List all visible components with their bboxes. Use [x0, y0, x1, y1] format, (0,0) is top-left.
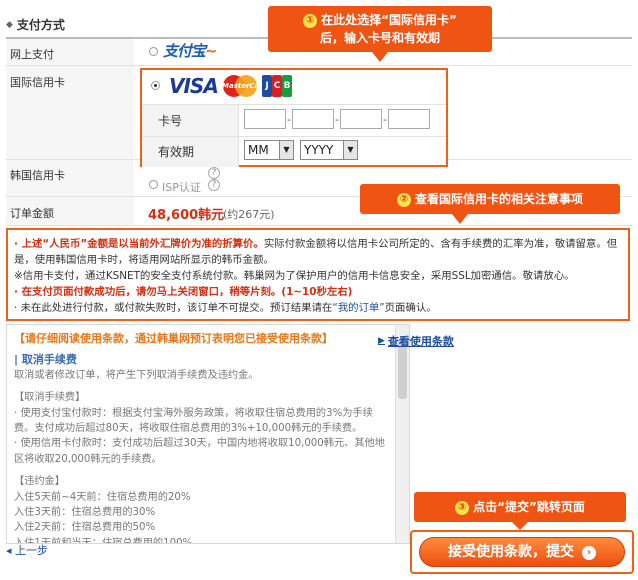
order-amount-value: 48,600韩元 — [148, 208, 225, 223]
label-order-amount: 订单金额 — [10, 207, 54, 220]
submit-button-label: 接受使用条款，提交 — [448, 544, 574, 560]
section-title-text: 支付方式 — [16, 18, 65, 32]
expiry-year-value: YYYY — [304, 143, 334, 157]
scrollbar[interactable] — [395, 325, 409, 543]
arrow-right-icon: ▶ — [378, 336, 385, 346]
terms-scrollbox[interactable]: 【请仔细阅读使用条款，通过韩巢网预订表明您已接受使用条款】 | 取消手续费 取消… — [6, 324, 410, 544]
expiry-year-select[interactable]: YYYY ▼ — [300, 140, 358, 160]
step-number-badge: ① — [303, 14, 318, 28]
dash: - — [335, 113, 339, 126]
dash: - — [287, 113, 291, 126]
step-number-badge: ③ — [455, 501, 470, 515]
penalty-item: 入住1天前和当天：住宿总费用的100% — [14, 537, 193, 544]
visa-logo: VISA — [169, 74, 219, 98]
callout-step-1: ① 在此处选择“国际信用卡” 后，输入卡号和有效期 — [268, 6, 492, 52]
card-number-label: 卡号 — [158, 114, 183, 128]
callout-pointer — [372, 52, 388, 62]
prev-step-text: 上一步 — [15, 544, 49, 557]
order-amount-approx: (约267元) — [223, 208, 275, 221]
card-form-divider — [142, 136, 446, 137]
notice-line-4-end: 页面确认。 — [384, 302, 437, 314]
alipay-logo-text: 支付宝 — [163, 42, 206, 60]
card-form-vdivider — [238, 104, 239, 167]
dropdown-arrow-icon: ▼ — [343, 141, 357, 159]
isp-auth-label: ISP认证 — [162, 181, 201, 194]
notice-line-3: · 在支付页面付款成功后，请勿马上关闭窗口，稍等片刻。(1~10秒左右) — [14, 286, 353, 298]
card-number-field-2[interactable] — [292, 109, 334, 129]
alipay-logo: 支付宝~ — [163, 42, 218, 60]
jcb-logo: JCB — [262, 75, 292, 97]
help-icon[interactable]: ? — [208, 167, 220, 179]
fee-title: 【取消手续费】 — [14, 392, 86, 404]
help-icon[interactable]: ? — [208, 179, 220, 191]
expiry-month-value: MM — [248, 143, 269, 157]
fee-item-alipay: · 使用支付宝付款时：根据支付宝海外服务政策，将收取住宿总费用的3%为手续费。支… — [14, 407, 373, 435]
card-number-field-4[interactable] — [388, 109, 430, 129]
mastercard-logo: MasterCard — [221, 74, 268, 98]
radio-alipay[interactable] — [149, 47, 158, 56]
callout-pointer — [452, 214, 468, 224]
view-terms-text: 查看使用条款 — [387, 335, 454, 348]
radio-isp[interactable] — [149, 180, 158, 189]
cancel-fee-heading: | 取消手续费 — [14, 353, 77, 367]
expiry-label: 有效期 — [158, 145, 195, 159]
notice-panel: · 上述“人民币”金额是以当前外汇牌价为准的折算价。实际付款金额将以信用卡公司所… — [6, 228, 630, 321]
bullet-icon: ◆ — [6, 19, 13, 30]
card-form-divider — [142, 104, 446, 105]
prev-step-link[interactable]: ◂ 上一步 — [6, 542, 48, 558]
arrow-left-icon: ◂ — [6, 544, 16, 557]
callout-2-text: 查看国际信用卡的相关注意事项 — [414, 192, 583, 206]
dropdown-arrow-icon: ▼ — [279, 141, 293, 159]
label-online-payment: 网上支付 — [10, 48, 54, 61]
penalty-item: 入住2天前：住宿总费用的50% — [14, 522, 156, 534]
chevron-right-icon: › — [582, 546, 596, 560]
row-divider — [6, 225, 632, 226]
callout-step-2: ② 查看国际信用卡的相关注意事项 — [360, 184, 620, 214]
fee-item-card: · 使用信用卡付款时：支付成功后超过30天，中国内地将收取10,000韩元、其他… — [14, 438, 385, 465]
callout-step-3: ③ 点击“提交”跳转页面 — [414, 492, 626, 522]
callout-1-line-2: 后，输入卡号和有效期 — [319, 31, 440, 45]
cancel-fee-desc: 取消或者修改订单，将产生下列取消手续费及违约金。 — [14, 369, 259, 381]
card-number-field-1[interactable] — [244, 109, 286, 129]
step-number-badge: ② — [396, 193, 411, 207]
view-terms-link[interactable]: ▶ 查看使用条款 — [378, 333, 454, 349]
callout-3-text: 点击“提交”跳转页面 — [473, 500, 585, 514]
dash: - — [383, 113, 387, 126]
card-number-field-3[interactable] — [340, 109, 382, 129]
radio-intl-card[interactable] — [151, 81, 160, 90]
row-divider — [6, 65, 632, 66]
penalty-item: 入住5天前~4天前：住宿总费用的20% — [14, 491, 191, 503]
notice-line-1-highlight: · 上述“人民币”金额是以当前外汇牌价为准的折算价。 — [14, 238, 264, 250]
terms-warning: 【请仔细阅读使用条款，通过韩巢网预订表明您已接受使用条款】 — [14, 332, 333, 345]
notice-line-2: ※信用卡支付，通过KSNET的安全支付系统付款。韩巢网为了保护用户的信用卡信息安… — [14, 270, 575, 282]
intl-card-panel: VISA MasterCard JCB 卡号 有效期 - - - MM ▼ YY… — [140, 68, 448, 167]
label-korea-card: 韩国信用卡 — [10, 169, 65, 182]
penalty-item: 入住3天前：住宿总费用的30% — [14, 507, 156, 519]
callout-1-line-1: 在此处选择“国际信用卡” — [321, 13, 457, 27]
notice-line-4: · 未在此处进行付款，或付款失败时，该订单不可提交。预订结果请在 — [14, 302, 333, 314]
penalty-title: 【违约金】 — [14, 476, 65, 488]
submit-highlight: 接受使用条款，提交 › — [410, 530, 634, 574]
callout-pointer — [512, 522, 528, 530]
my-orders-link[interactable]: “我的订单” — [332, 302, 384, 314]
expiry-month-select[interactable]: MM ▼ — [244, 140, 294, 160]
submit-button[interactable]: 接受使用条款，提交 › — [419, 537, 625, 567]
label-intl-card: 国际信用卡 — [10, 76, 65, 89]
section-title: ◆ 支付方式 — [6, 16, 65, 33]
